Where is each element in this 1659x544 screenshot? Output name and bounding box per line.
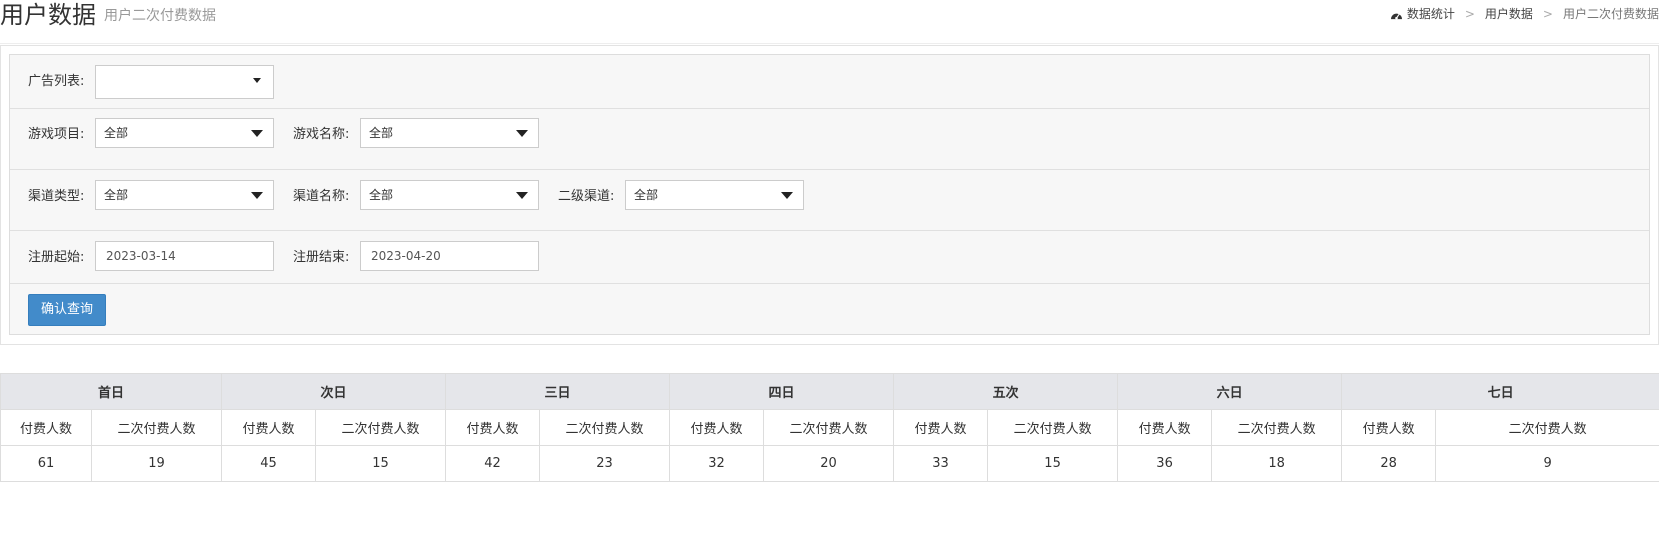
table-cell: 23: [539, 445, 671, 482]
sub-header-payers: 付费人数: [1341, 409, 1437, 446]
sub-header-repeat-payers: 二次付费人数: [987, 409, 1119, 446]
ad-list-select[interactable]: [95, 65, 274, 99]
reg-start-input[interactable]: 2023-03-14: [95, 241, 274, 271]
table-cell: 9: [1435, 445, 1659, 482]
chevron-down-icon: [516, 192, 528, 199]
sub-header-payers: 付费人数: [669, 409, 765, 446]
group-header-day7: 七日: [1341, 373, 1659, 410]
game-project-select[interactable]: 全部: [95, 118, 274, 148]
ad-list-label: 广告列表:: [28, 74, 85, 89]
table-cell: 45: [221, 445, 317, 482]
breadcrumb: 数据统计 > 用户数据 > 用户二次付费数据: [1390, 5, 1659, 23]
table-cell: 18: [1211, 445, 1343, 482]
table-row: 61 19 45 15 42 23 32 20 33 15 36 18 28 9: [0, 445, 1659, 482]
sub-header-repeat-payers: 二次付费人数: [1211, 409, 1343, 446]
group-header-day3: 三日: [445, 373, 671, 410]
table-cell: 28: [1341, 445, 1437, 482]
chevron-down-icon: [251, 192, 263, 199]
sub-header-repeat-payers: 二次付费人数: [539, 409, 671, 446]
sub-channel-value: 全部: [634, 188, 659, 202]
table-cell: 15: [987, 445, 1119, 482]
table-cell: 61: [0, 445, 92, 482]
breadcrumb-item-current: 用户二次付费数据: [1562, 7, 1659, 21]
sub-header-payers: 付费人数: [221, 409, 317, 446]
group-header-day4: 四日: [669, 373, 895, 410]
filter-row-channel: 渠道类型: 全部 渠道名称: 全部 二级渠道: 全部: [10, 170, 1649, 231]
page-title: 用户数据: [0, 1, 96, 29]
sub-header-payers: 付费人数: [1117, 409, 1213, 446]
sub-header-payers: 付费人数: [0, 409, 92, 446]
sub-header-repeat-payers: 二次付费人数: [1435, 409, 1659, 446]
group-header-day2: 次日: [221, 373, 447, 410]
chevron-down-icon: [516, 130, 528, 137]
table-sub-header-row: 付费人数 二次付费人数 付费人数 二次付费人数 付费人数 二次付费人数 付费人数…: [0, 409, 1659, 446]
game-name-value: 全部: [369, 126, 394, 140]
page-subtitle: 用户二次付费数据: [104, 8, 216, 24]
game-name-label: 游戏名称:: [293, 127, 350, 142]
breadcrumb-item-user-data[interactable]: 用户数据: [1485, 5, 1533, 23]
sub-channel-label: 二级渠道:: [558, 189, 615, 204]
dashboard-icon: [1390, 13, 1402, 19]
channel-type-label: 渠道类型:: [28, 189, 85, 204]
filter-row-dates: 注册起始: 2023-03-14 注册结束: 2023-04-20: [10, 231, 1649, 284]
game-project-value: 全部: [104, 126, 129, 140]
group-header-day1: 首日: [0, 373, 223, 410]
table-cell: 20: [763, 445, 895, 482]
table-cell: 15: [315, 445, 447, 482]
filter-row-game: 游戏项目: 全部 游戏名称: 全部: [10, 109, 1649, 170]
game-name-select[interactable]: 全部: [360, 118, 539, 148]
filter-row-ad: 广告列表:: [10, 55, 1649, 109]
repurchase-table: 首日 次日 三日 四日 五次 六日 七日 付费人数 二次付费人数 付费人数 二次…: [0, 373, 1659, 482]
sub-header-payers: 付费人数: [893, 409, 989, 446]
chevron-down-icon: [781, 192, 793, 199]
sub-header-repeat-payers: 二次付费人数: [763, 409, 895, 446]
channel-name-select[interactable]: 全部: [360, 180, 539, 210]
table-cell: 33: [893, 445, 989, 482]
table-group-header-row: 首日 次日 三日 四日 五次 六日 七日: [0, 373, 1659, 410]
channel-name-label: 渠道名称:: [293, 189, 350, 204]
reg-end-input[interactable]: 2023-04-20: [360, 241, 539, 271]
chevron-down-icon: [251, 130, 263, 137]
reg-end-label: 注册结束:: [293, 250, 350, 265]
breadcrumb-separator: >: [1464, 7, 1475, 21]
chevron-down-icon: [253, 78, 261, 83]
table-cell: 32: [669, 445, 765, 482]
breadcrumb-item-stats[interactable]: 数据统计: [1407, 5, 1455, 23]
breadcrumb-separator: >: [1542, 7, 1553, 21]
sub-header-repeat-payers: 二次付费人数: [90, 409, 223, 446]
sub-channel-select[interactable]: 全部: [625, 180, 804, 210]
filter-row-submit: 确认查询: [10, 284, 1649, 336]
group-header-day5: 五次: [893, 373, 1119, 410]
filter-panel: 广告列表: 游戏项目: 全部 游戏名称: 全部 渠道类型: 全部 渠道名称: 全…: [9, 54, 1650, 335]
confirm-query-button[interactable]: 确认查询: [28, 294, 106, 326]
page-header: 用户数据 用户二次付费数据 数据统计 > 用户数据 > 用户二次付费数据: [0, 0, 1659, 44]
channel-type-value: 全部: [104, 188, 129, 202]
table-cell: 36: [1117, 445, 1213, 482]
reg-start-label: 注册起始:: [28, 250, 85, 265]
channel-type-select[interactable]: 全部: [95, 180, 274, 210]
table-cell: 19: [90, 445, 223, 482]
channel-name-value: 全部: [369, 188, 394, 202]
sub-header-repeat-payers: 二次付费人数: [315, 409, 447, 446]
table-cell: 42: [445, 445, 541, 482]
sub-header-payers: 付费人数: [445, 409, 541, 446]
game-project-label: 游戏项目:: [28, 127, 85, 142]
group-header-day6: 六日: [1117, 373, 1343, 410]
filter-box: 广告列表: 游戏项目: 全部 游戏名称: 全部 渠道类型: 全部 渠道名称: 全…: [0, 45, 1659, 345]
